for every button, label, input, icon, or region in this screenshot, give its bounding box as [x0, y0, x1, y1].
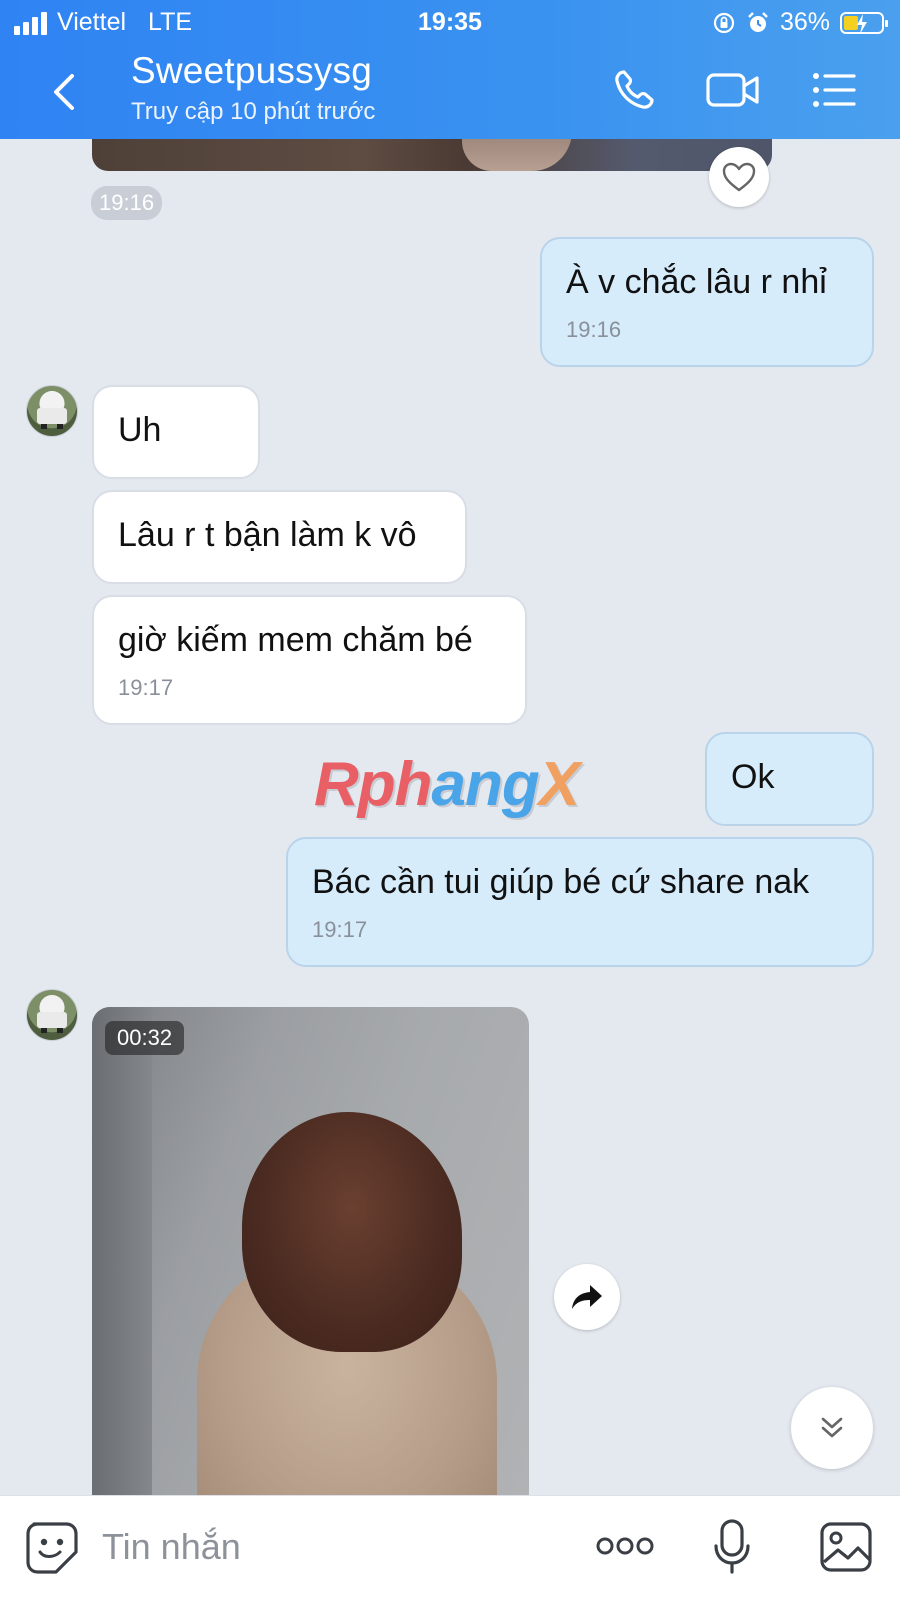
- outgoing-message[interactable]: À v chắc lâu r nhỉ 19:16: [540, 237, 874, 367]
- watermark-part: Rph: [314, 750, 433, 819]
- message-text: À v chắc lâu r nhỉ: [566, 263, 827, 301]
- photo-button[interactable]: [818, 1520, 874, 1579]
- watermark-part: ang: [431, 750, 540, 819]
- message-time: 19:17: [118, 674, 174, 700]
- alarm-icon: [748, 11, 768, 32]
- rotation-lock-icon: [713, 12, 735, 33]
- image-message[interactable]: [92, 139, 772, 171]
- status-right: 36%: [712, 8, 888, 37]
- message-text: giờ kiếm mem chăm bé: [118, 621, 473, 659]
- video-call-button[interactable]: [705, 66, 761, 119]
- avatar[interactable]: [26, 989, 78, 1041]
- back-button[interactable]: [46, 70, 86, 114]
- voice-button[interactable]: [712, 1518, 752, 1581]
- chat-header: Viettel LTE 19:35 36% Sweetpussysg Truy …: [0, 0, 900, 139]
- message-text: Uh: [118, 411, 162, 449]
- message-time: 19:16: [91, 186, 163, 220]
- outgoing-message[interactable]: Bác cần tui giúp bé cứ share nak 19:17: [286, 837, 874, 967]
- incoming-message[interactable]: Uh: [92, 385, 260, 479]
- double-chevron-down-icon: [821, 1417, 843, 1438]
- incoming-message[interactable]: giờ kiếm mem chăm bé 19:17: [92, 595, 527, 725]
- outgoing-message[interactable]: Ok: [705, 732, 874, 826]
- react-button[interactable]: [709, 147, 769, 207]
- microphone-icon: [714, 1519, 750, 1574]
- message-time: 19:16: [566, 316, 622, 342]
- phone-icon: [615, 70, 654, 109]
- video-message[interactable]: 00:32: [92, 1007, 529, 1495]
- avatar[interactable]: [26, 385, 78, 437]
- heart-icon: [722, 162, 756, 192]
- more-dots-icon: [596, 1537, 654, 1555]
- watermark-logo: RphangX: [314, 749, 580, 820]
- battery-percent: 36%: [779, 8, 830, 36]
- call-button[interactable]: [610, 66, 658, 119]
- menu-button[interactable]: [810, 66, 858, 119]
- contact-last-seen: Truy cập 10 phút trước: [131, 98, 376, 125]
- incoming-message[interactable]: Lâu r t bận làm k vô: [92, 490, 467, 584]
- image-icon: [820, 1522, 872, 1572]
- message-input[interactable]: [102, 1522, 562, 1572]
- video-camera-icon: [706, 73, 759, 107]
- forward-arrow-icon: [572, 1285, 602, 1309]
- status-bar: Viettel LTE 19:35 36%: [0, 0, 900, 46]
- video-duration: 00:32: [105, 1021, 185, 1055]
- message-time: 19:17: [312, 916, 368, 942]
- forward-button[interactable]: [554, 1264, 620, 1330]
- message-input-bar: [0, 1495, 900, 1600]
- more-button[interactable]: [596, 1534, 654, 1563]
- contact-name[interactable]: Sweetpussysg: [131, 50, 372, 92]
- scroll-to-bottom-button[interactable]: [791, 1387, 873, 1469]
- chat-messages[interactable]: 19:16 À v chắc lâu r nhỉ 19:16 Uh Lâu r …: [0, 139, 900, 1495]
- message-text: Ok: [731, 758, 775, 796]
- message-text: Lâu r t bận làm k vô: [118, 516, 417, 554]
- battery-icon: [840, 11, 888, 34]
- watermark-part: X: [538, 750, 580, 819]
- sticker-face-icon: [26, 1522, 78, 1574]
- message-text: Bác cần tui giúp bé cứ share nak: [312, 863, 810, 901]
- sticker-button[interactable]: [24, 1520, 80, 1581]
- chevron-left-icon: [54, 74, 74, 110]
- list-menu-icon: [813, 73, 856, 107]
